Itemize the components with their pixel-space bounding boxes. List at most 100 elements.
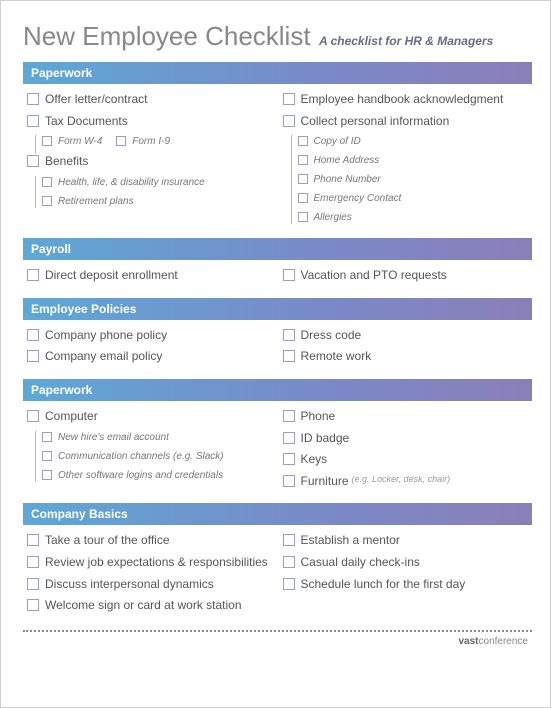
- checkbox[interactable]: [283, 115, 295, 127]
- checkbox[interactable]: [42, 177, 52, 187]
- label: ID badge: [301, 431, 350, 447]
- sub-group-benefits: Health, life, & disability insurance Ret…: [35, 176, 273, 208]
- col-left: Computer New hire's email account Commun…: [27, 409, 273, 495]
- checkbox[interactable]: [298, 193, 308, 203]
- col-right: Phone ID badge Keys Furniture(e.g. Locke…: [283, 409, 529, 495]
- label: Allergies: [314, 211, 352, 224]
- item-welcome: Welcome sign or card at work station: [27, 598, 273, 614]
- checkbox[interactable]: [283, 432, 295, 444]
- checkbox[interactable]: [283, 534, 295, 546]
- checkbox[interactable]: [283, 410, 295, 422]
- item-comm: Communication channels (e.g. Slack): [42, 450, 273, 463]
- item-tax: Tax Documents: [27, 114, 273, 130]
- checkbox[interactable]: [298, 155, 308, 165]
- col-right: Establish a mentor Casual daily check-in…: [283, 533, 529, 619]
- item-review: Review job expectations & responsibiliti…: [27, 555, 273, 571]
- item-handbook: Employee handbook acknowledgment: [283, 92, 529, 108]
- col-left: Company phone policy Company email polic…: [27, 328, 273, 371]
- label: Retirement plans: [58, 195, 134, 208]
- item-discuss: Discuss interpersonal dynamics: [27, 577, 273, 593]
- col-right: Employee handbook acknowledgment Collect…: [283, 92, 529, 230]
- sub-group-computer: New hire's email account Communication c…: [35, 431, 273, 482]
- checkbox[interactable]: [298, 174, 308, 184]
- item-collect: Collect personal information: [283, 114, 529, 130]
- item-dress: Dress code: [283, 328, 529, 344]
- label: Phone: [301, 409, 336, 425]
- item-homeaddr: Home Address: [298, 154, 529, 167]
- checkbox[interactable]: [42, 196, 52, 206]
- footer-brand1: vast: [459, 636, 479, 647]
- label: Form W-4: [58, 135, 102, 148]
- checkbox[interactable]: [42, 470, 52, 480]
- item-w4: Form W-4: [42, 135, 102, 148]
- checkbox[interactable]: [283, 350, 295, 362]
- sub-group-tax: Form W-4 Form I-9: [35, 135, 273, 154]
- checkbox[interactable]: [27, 410, 39, 422]
- checkbox[interactable]: [27, 350, 39, 362]
- item-other: Other software logins and credentials: [42, 469, 273, 482]
- section-header-payroll: Payroll: [23, 238, 532, 260]
- checkbox[interactable]: [283, 475, 295, 487]
- item-phonenum: Phone Number: [298, 173, 529, 186]
- col-left: Take a tour of the office Review job exp…: [27, 533, 273, 619]
- label: Discuss interpersonal dynamics: [45, 577, 214, 593]
- sub-group-collect: Copy of ID Home Address Phone Number Eme…: [291, 135, 529, 224]
- checkbox[interactable]: [298, 212, 308, 222]
- label: Vacation and PTO requests: [301, 268, 447, 284]
- checkbox[interactable]: [27, 578, 39, 590]
- item-checkins: Casual daily check-ins: [283, 555, 529, 571]
- label: Casual daily check-ins: [301, 555, 420, 571]
- item-allerg: Allergies: [298, 211, 529, 224]
- label: Other software logins and credentials: [58, 469, 223, 482]
- checkbox[interactable]: [283, 269, 295, 281]
- checkbox[interactable]: [116, 136, 126, 146]
- item-keys: Keys: [283, 452, 529, 468]
- label: Furniture: [301, 474, 349, 490]
- item-retire: Retirement plans: [42, 195, 273, 208]
- checkbox[interactable]: [27, 534, 39, 546]
- item-i9: Form I-9: [116, 135, 170, 148]
- label: Establish a mentor: [301, 533, 400, 549]
- label: Take a tour of the office: [45, 533, 170, 549]
- item-phone2: Phone: [283, 409, 529, 425]
- label: Phone Number: [314, 173, 381, 186]
- label: Form I-9: [132, 135, 170, 148]
- checkbox[interactable]: [283, 329, 295, 341]
- label: Collect personal information: [301, 114, 450, 130]
- item-benefits: Benefits: [27, 154, 273, 170]
- label: Welcome sign or card at work station: [45, 598, 242, 614]
- item-emailacct: New hire's email account: [42, 431, 273, 444]
- checkbox[interactable]: [27, 556, 39, 568]
- item-lunch: Schedule lunch for the first day: [283, 577, 529, 593]
- label: Computer: [45, 409, 98, 425]
- item-remote: Remote work: [283, 349, 529, 365]
- checkbox[interactable]: [42, 451, 52, 461]
- checkbox[interactable]: [298, 136, 308, 146]
- footer-brand2: conference: [479, 636, 528, 647]
- item-phonepolicy: Company phone policy: [27, 328, 273, 344]
- item-copyid: Copy of ID: [298, 135, 529, 148]
- section-header-policies: Employee Policies: [23, 298, 532, 320]
- checkbox[interactable]: [27, 269, 39, 281]
- checkbox[interactable]: [42, 432, 52, 442]
- item-pto: Vacation and PTO requests: [283, 268, 529, 284]
- checkbox[interactable]: [27, 599, 39, 611]
- label: Employee handbook acknowledgment: [301, 92, 504, 108]
- checkbox[interactable]: [27, 329, 39, 341]
- label: Dress code: [301, 328, 362, 344]
- label: Keys: [301, 452, 328, 468]
- label: Home Address: [314, 154, 380, 167]
- checkbox[interactable]: [27, 115, 39, 127]
- checkbox[interactable]: [27, 155, 39, 167]
- item-tour: Take a tour of the office: [27, 533, 273, 549]
- checkbox[interactable]: [283, 578, 295, 590]
- document-header: New Employee Checklist A checklist for H…: [23, 21, 532, 52]
- col-right: Dress code Remote work: [283, 328, 529, 371]
- checkbox[interactable]: [283, 453, 295, 465]
- label: New hire's email account: [58, 431, 169, 444]
- checkbox[interactable]: [283, 556, 295, 568]
- checkbox[interactable]: [42, 136, 52, 146]
- checkbox[interactable]: [283, 93, 295, 105]
- checkbox[interactable]: [27, 93, 39, 105]
- section-body-payroll: Direct deposit enrollment Vacation and P…: [23, 268, 532, 290]
